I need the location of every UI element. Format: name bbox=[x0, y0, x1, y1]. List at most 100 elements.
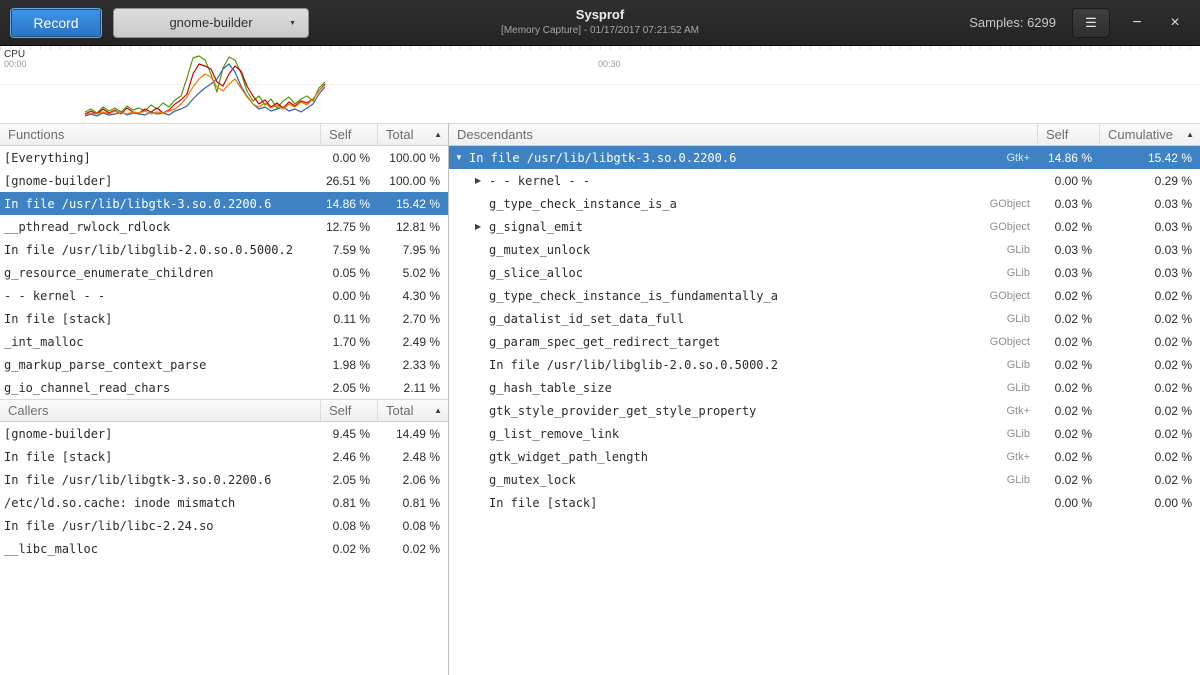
descendants-column-header[interactable]: Descendants bbox=[449, 124, 1038, 145]
functions-total-label: Total bbox=[386, 127, 413, 142]
table-row[interactable]: In file /usr/lib/libc-2.24.so0.08 %0.08 … bbox=[0, 514, 448, 537]
functions-total-column-header[interactable]: Total ▲ bbox=[378, 124, 448, 145]
tree-row-name-cell: g_list_remove_linkGLib bbox=[449, 427, 1038, 441]
table-row[interactable]: - - kernel - -0.00 %4.30 % bbox=[0, 284, 448, 307]
callers-self-column-header[interactable]: Self bbox=[321, 400, 378, 421]
table-row[interactable]: In file /usr/lib/libglib-2.0.so.0.5000.2… bbox=[0, 238, 448, 261]
table-row[interactable]: [gnome-builder]9.45 %14.49 % bbox=[0, 422, 448, 445]
tree-row[interactable]: g_hash_table_sizeGLib0.02 %0.02 % bbox=[449, 376, 1200, 399]
library-tag: GLib bbox=[1007, 244, 1038, 256]
library-tag: GLib bbox=[1007, 267, 1038, 279]
self-value: 0.03 % bbox=[1038, 243, 1100, 257]
samples-count: Samples: 6299 bbox=[969, 15, 1056, 30]
total-value: 7.95 % bbox=[378, 243, 448, 257]
tree-row[interactable]: g_param_spec_get_redirect_targetGObject0… bbox=[449, 330, 1200, 353]
function-name: g_signal_emit bbox=[489, 220, 583, 234]
tree-row[interactable]: ▼In file /usr/lib/libgtk-3.so.0.2200.6Gt… bbox=[449, 146, 1200, 169]
cumulative-value: 0.29 % bbox=[1100, 174, 1200, 188]
library-tag: Gtk+ bbox=[1006, 451, 1038, 463]
tree-row[interactable]: g_type_check_instance_is_fundamentally_a… bbox=[449, 284, 1200, 307]
tree-row[interactable]: g_datalist_id_set_data_fullGLib0.02 %0.0… bbox=[449, 307, 1200, 330]
cumulative-value: 15.42 % bbox=[1100, 151, 1200, 165]
function-name: In file [stack] bbox=[489, 496, 597, 510]
tree-row[interactable]: ▶g_signal_emitGObject0.02 %0.03 % bbox=[449, 215, 1200, 238]
expander-closed-icon[interactable]: ▶ bbox=[475, 222, 489, 231]
descendants-self-column-header[interactable]: Self bbox=[1038, 124, 1100, 145]
self-value: 0.03 % bbox=[1038, 197, 1100, 211]
close-button[interactable]: × bbox=[1164, 12, 1186, 34]
callers-column-header[interactable]: Callers bbox=[0, 400, 321, 421]
table-row[interactable]: [gnome-builder]26.51 %100.00 % bbox=[0, 169, 448, 192]
tree-row[interactable]: g_mutex_lockGLib0.02 %0.02 % bbox=[449, 468, 1200, 491]
self-value: 0.00 % bbox=[1038, 174, 1100, 188]
menu-button[interactable]: ☰ bbox=[1072, 8, 1110, 38]
total-value: 100.00 % bbox=[378, 174, 448, 188]
expander-open-icon[interactable]: ▼ bbox=[455, 153, 469, 162]
tree-row[interactable]: In file [stack]0.00 %0.00 % bbox=[449, 491, 1200, 514]
callers-header: Callers Self Total ▲ bbox=[0, 399, 448, 422]
minimize-button[interactable]: − bbox=[1126, 12, 1148, 34]
cumulative-value: 0.03 % bbox=[1100, 243, 1200, 257]
function-name: In file /usr/lib/libc-2.24.so bbox=[0, 519, 321, 533]
descendants-header: Descendants Self Cumulative ▲ bbox=[449, 123, 1200, 146]
tree-row-name-cell: ▶- - kernel - - bbox=[449, 174, 1038, 188]
tree-row[interactable]: gtk_style_provider_get_style_propertyGtk… bbox=[449, 399, 1200, 422]
function-name: [gnome-builder] bbox=[0, 174, 321, 188]
table-row[interactable]: g_resource_enumerate_children0.05 %5.02 … bbox=[0, 261, 448, 284]
table-row[interactable]: g_io_channel_read_chars2.05 %2.11 % bbox=[0, 376, 448, 399]
record-button[interactable]: Record bbox=[10, 8, 102, 38]
table-row[interactable]: /etc/ld.so.cache: inode mismatch0.81 %0.… bbox=[0, 491, 448, 514]
tree-row[interactable]: g_slice_allocGLib0.03 %0.03 % bbox=[449, 261, 1200, 284]
function-name: __libc_malloc bbox=[0, 542, 321, 556]
process-selector-dropdown[interactable]: gnome-builder ▼ bbox=[113, 8, 309, 38]
cpu-graph[interactable]: CPU 00:00 00:30 bbox=[0, 46, 1200, 123]
self-value: 0.02 % bbox=[1038, 473, 1100, 487]
function-name: _int_malloc bbox=[0, 335, 321, 349]
self-value: 0.02 % bbox=[1038, 450, 1100, 464]
self-value: 0.00 % bbox=[321, 289, 378, 303]
time-label-start: 00:00 bbox=[4, 59, 27, 69]
functions-column-header[interactable]: Functions bbox=[0, 124, 321, 145]
tree-row[interactable]: g_mutex_unlockGLib0.03 %0.03 % bbox=[449, 238, 1200, 261]
table-row[interactable]: In file [stack]2.46 %2.48 % bbox=[0, 445, 448, 468]
library-tag: GLib bbox=[1007, 428, 1038, 440]
table-row[interactable]: __libc_malloc0.02 %0.02 % bbox=[0, 537, 448, 560]
tree-row[interactable]: In file /usr/lib/libglib-2.0.so.0.5000.2… bbox=[449, 353, 1200, 376]
self-value: 0.02 % bbox=[1038, 381, 1100, 395]
descendants-cumulative-column-header[interactable]: Cumulative ▲ bbox=[1100, 124, 1200, 145]
function-name: gtk_widget_path_length bbox=[489, 450, 648, 464]
tree-row[interactable]: gtk_widget_path_lengthGtk+0.02 %0.02 % bbox=[449, 445, 1200, 468]
cumulative-value: 0.02 % bbox=[1100, 358, 1200, 372]
sort-arrow-icon: ▲ bbox=[434, 406, 442, 415]
sort-arrow-icon: ▲ bbox=[434, 130, 442, 139]
cumulative-value: 0.02 % bbox=[1100, 473, 1200, 487]
titlebar[interactable]: Record gnome-builder ▼ Sysprof [Memory C… bbox=[0, 0, 1200, 46]
tree-row[interactable]: g_type_check_instance_is_aGObject0.03 %0… bbox=[449, 192, 1200, 215]
table-row[interactable]: In file /usr/lib/libgtk-3.so.0.2200.614.… bbox=[0, 192, 448, 215]
tree-row[interactable]: ▶- - kernel - -0.00 %0.29 % bbox=[449, 169, 1200, 192]
callers-total-label: Total bbox=[386, 403, 413, 418]
function-name: In file /usr/lib/libglib-2.0.so.0.5000.2 bbox=[0, 243, 321, 257]
function-name: g_hash_table_size bbox=[489, 381, 612, 395]
chevron-down-icon: ▼ bbox=[289, 20, 296, 27]
library-tag: GObject bbox=[990, 290, 1038, 302]
total-value: 2.33 % bbox=[378, 358, 448, 372]
table-row[interactable]: In file [stack]0.11 %2.70 % bbox=[0, 307, 448, 330]
table-row[interactable]: [Everything]0.00 %100.00 % bbox=[0, 146, 448, 169]
callers-total-column-header[interactable]: Total ▲ bbox=[378, 400, 448, 421]
self-value: 0.00 % bbox=[321, 151, 378, 165]
functions-self-column-header[interactable]: Self bbox=[321, 124, 378, 145]
table-row[interactable]: __pthread_rwlock_rdlock12.75 %12.81 % bbox=[0, 215, 448, 238]
table-row[interactable]: g_markup_parse_context_parse1.98 %2.33 % bbox=[0, 353, 448, 376]
function-name: In file /usr/lib/libgtk-3.so.0.2200.6 bbox=[0, 473, 321, 487]
self-value: 2.46 % bbox=[321, 450, 378, 464]
table-row[interactable]: In file /usr/lib/libgtk-3.so.0.2200.62.0… bbox=[0, 468, 448, 491]
total-value: 0.81 % bbox=[378, 496, 448, 510]
tree-row-name-cell: gtk_style_provider_get_style_propertyGtk… bbox=[449, 404, 1038, 418]
self-value: 0.03 % bbox=[1038, 266, 1100, 280]
self-value: 0.08 % bbox=[321, 519, 378, 533]
table-row[interactable]: _int_malloc1.70 %2.49 % bbox=[0, 330, 448, 353]
library-tag: GObject bbox=[990, 221, 1038, 233]
expander-closed-icon[interactable]: ▶ bbox=[475, 176, 489, 185]
tree-row[interactable]: g_list_remove_linkGLib0.02 %0.02 % bbox=[449, 422, 1200, 445]
